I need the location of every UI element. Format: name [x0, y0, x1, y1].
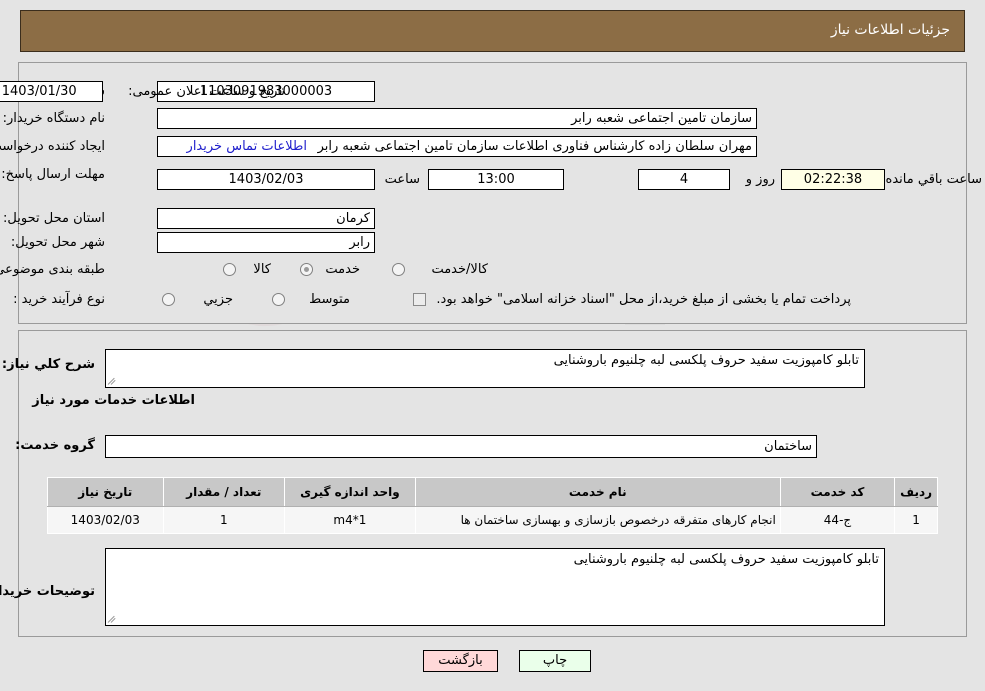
page-header-bar: جزئیات اطلاعات نیاز [20, 10, 965, 52]
remaining-days-label: روز و [745, 172, 775, 187]
service-group-value: ساختمان [105, 435, 817, 458]
radio-category-goods-service-label: کالا/خدمت [431, 262, 488, 277]
delivery-province-label: استان محل تحویل: [3, 211, 105, 226]
table-row: 1 ج-44 انجام کارهای متفرقه درخصوص بازساز… [47, 506, 938, 534]
delivery-city-value: رابر [157, 232, 375, 253]
buyer-contact-link[interactable]: اطلاعات تماس خریدار [187, 139, 307, 154]
general-description-label: شرح کلي نياز: [1, 357, 95, 372]
response-deadline-time: 13:00 [428, 169, 564, 190]
col-unit: واحد اندازه گیری [284, 477, 416, 507]
col-need-date: تاریخ نیاز [47, 477, 164, 507]
buyer-notes-value: تابلو کامپوزیت سفید حروف پلکسی لبه چلنیو… [573, 552, 879, 567]
countdown-timer: 02:22:38 [781, 169, 885, 190]
back-button[interactable]: بازگشت [423, 650, 498, 672]
delivery-province-value: کرمان [157, 208, 375, 229]
buyer-org-label: نام دستگاه خریدار: [2, 111, 105, 126]
radio-category-goods-service[interactable] [392, 263, 405, 276]
print-button[interactable]: چاپ [519, 650, 591, 672]
countdown-label: ساعت باقي مانده [885, 172, 982, 187]
cell-unit: m4*1 [284, 506, 416, 534]
announce-datetime-value: 1403/01/30 - 10:20 [0, 81, 103, 102]
radio-process-medium[interactable] [272, 293, 285, 306]
cell-quantity: 1 [162, 506, 286, 534]
delivery-city-label: شهر محل تحویل: [10, 235, 105, 250]
cell-service-name: انجام کارهای متفرقه درخصوص بازسازی و بهس… [414, 506, 781, 534]
treasury-bonds-note: پرداخت تمام یا بخشی از مبلغ خرید،از محل … [436, 292, 851, 307]
col-service-code: کد خدمت [779, 477, 896, 507]
service-group-label: گروه خدمت: [15, 438, 95, 453]
response-deadline-label: مهلت ارسال پاسخ: تا تاریخ: [0, 167, 105, 182]
radio-category-service[interactable] [300, 263, 313, 276]
cell-row-no: 1 [894, 506, 938, 534]
radio-category-service-label: خدمت [325, 262, 360, 277]
table-header-row: ردیف کد خدمت نام خدمت واحد اندازه گیری ت… [47, 477, 938, 507]
cell-need-date: 1403/02/03 [47, 506, 164, 534]
resize-grip-icon[interactable] [107, 376, 118, 386]
resize-grip-icon[interactable] [107, 614, 118, 624]
purchase-process-label: نوع فرآیند خرید : [13, 292, 105, 307]
page-title: جزئیات اطلاعات نیاز [830, 22, 950, 38]
radio-process-minor-label: جزيي [203, 292, 233, 307]
remaining-days-value: 4 [638, 169, 730, 190]
col-service-name: نام خدمت [414, 477, 781, 507]
general-description-value: تابلو کامپوزیت سفید حروف پلکسی لبه چلنیو… [553, 353, 859, 368]
col-row-no: ردیف [894, 477, 938, 507]
buyer-org-value: سازمان تامین اجتماعی شعبه رابر [157, 108, 757, 129]
response-deadline-date: 1403/02/03 [157, 169, 375, 190]
buyer-notes-box[interactable]: تابلو کامپوزیت سفید حروف پلکسی لبه چلنیو… [105, 548, 885, 626]
services-section-heading: اطلاعات خدمات مورد نیاز [32, 393, 195, 408]
treasury-bonds-checkbox[interactable] [413, 293, 426, 306]
col-quantity: تعداد / مقدار [162, 477, 286, 507]
subject-category-label: طبقه بندی موضوعی: [0, 262, 105, 277]
radio-process-medium-label: متوسط [309, 292, 350, 307]
radio-category-goods-label: کالا [253, 262, 271, 277]
cell-service-code: ج-44 [779, 506, 896, 534]
general-description-box[interactable]: تابلو کامپوزیت سفید حروف پلکسی لبه چلنیو… [105, 349, 865, 388]
services-table: ردیف کد خدمت نام خدمت واحد اندازه گیری ت… [47, 477, 938, 534]
buyer-notes-label: توضیحات خریدار: [0, 584, 95, 599]
response-deadline-time-label: ساعت [384, 172, 420, 187]
request-creator-label: ایجاد کننده درخواست: [0, 139, 105, 154]
radio-process-minor[interactable] [162, 293, 175, 306]
radio-category-goods[interactable] [223, 263, 236, 276]
announce-datetime-label: تاریخ و ساعت اعلان عمومی: [128, 84, 285, 99]
